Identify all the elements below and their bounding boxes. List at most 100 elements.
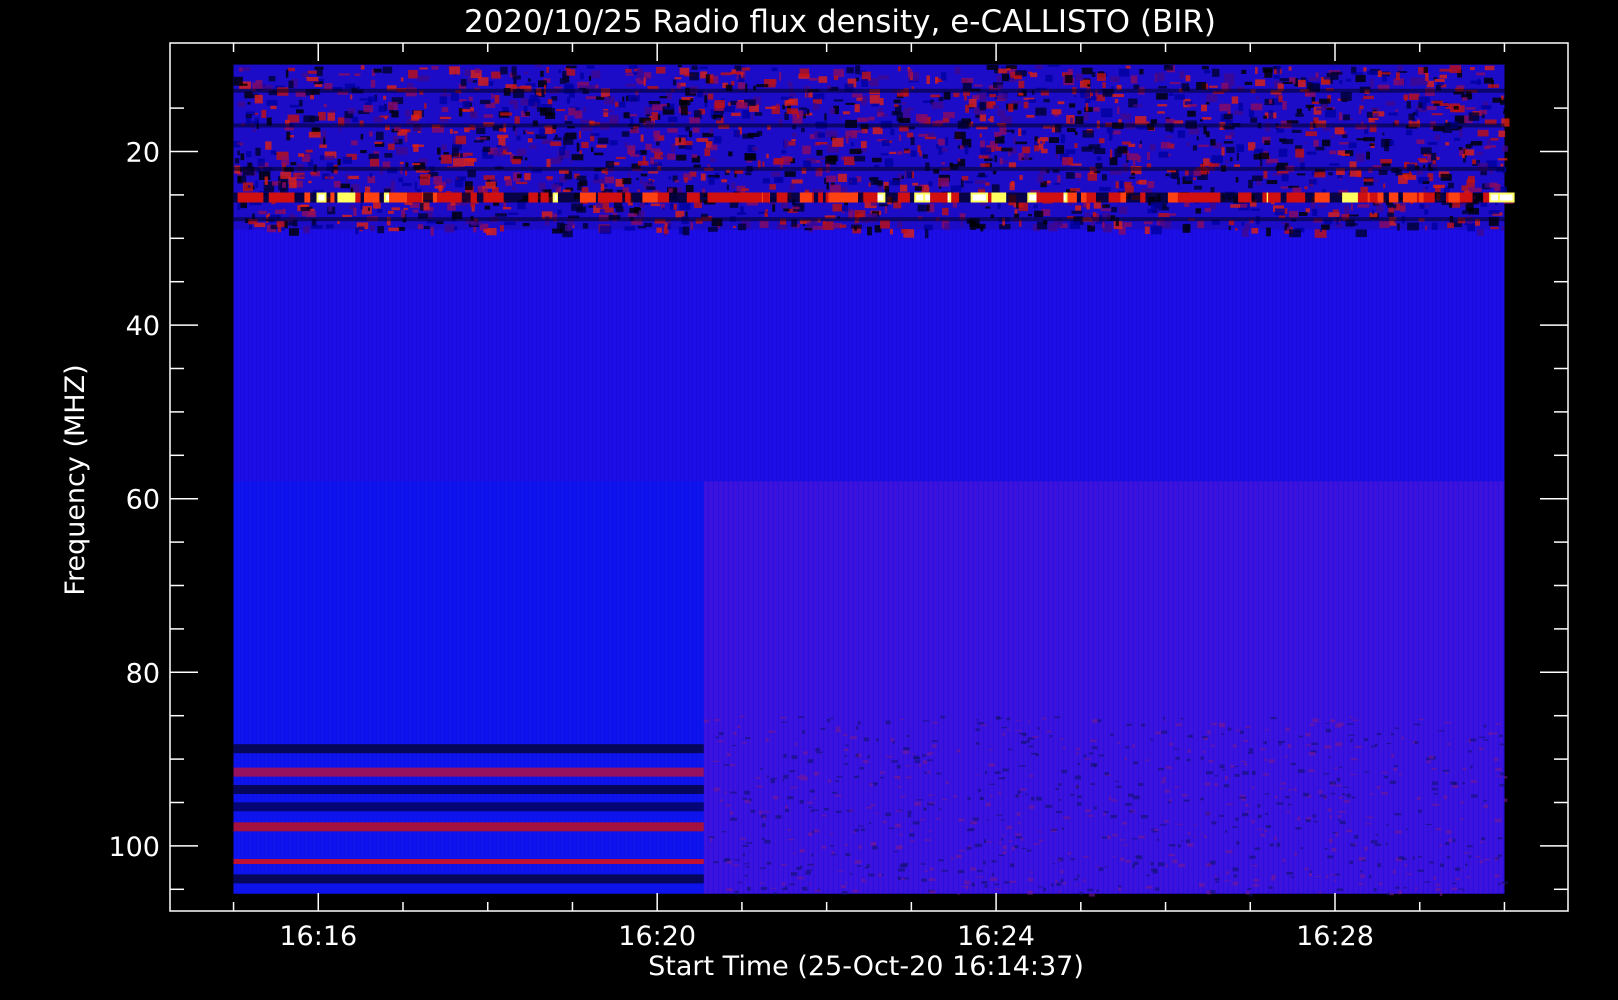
rfi-speckle — [464, 127, 470, 133]
rfi-speckle — [1203, 69, 1211, 74]
noise-speckle — [1394, 727, 1400, 729]
rfi-speckle — [1130, 75, 1138, 84]
rfi-speckle — [444, 224, 455, 233]
rfi-speckle — [1016, 202, 1019, 209]
rfi-speckle — [368, 153, 379, 160]
rfi-speckle — [833, 68, 844, 78]
rfi-speckle — [1308, 77, 1320, 81]
bright-line-spot — [642, 192, 658, 203]
rfi-speckle — [707, 227, 718, 232]
rfi-speckle — [1462, 97, 1468, 101]
heatmap-before-step-texture — [233, 481, 704, 894]
noise-speckle — [790, 872, 798, 876]
noise-speckle — [774, 892, 777, 895]
noise-speckle — [1058, 783, 1062, 786]
noise-speckle — [1161, 781, 1166, 784]
noise-speckle — [922, 720, 930, 722]
noise-speckle — [1223, 784, 1230, 788]
rfi-speckle — [803, 160, 812, 167]
noise-speckle — [857, 865, 862, 867]
rfi-speckle — [985, 182, 990, 186]
rfi-speckle — [558, 69, 561, 74]
noise-speckle — [1336, 777, 1341, 782]
rfi-speckle — [1342, 134, 1348, 138]
rfi-speckle — [280, 171, 292, 179]
bright-line-spot — [1140, 192, 1146, 203]
rfi-speckle — [784, 139, 789, 148]
rfi-speckle — [237, 101, 246, 108]
noise-speckle — [866, 806, 872, 809]
noise-speckle — [897, 786, 901, 788]
noise-speckle — [703, 719, 709, 723]
rfi-speckle — [551, 183, 559, 190]
noise-speckle — [1348, 734, 1356, 736]
rfi-speckle — [1112, 93, 1124, 98]
rfi-speckle — [1224, 73, 1235, 83]
noise-speckle — [1136, 855, 1143, 860]
rfi-speckle — [1084, 107, 1093, 112]
noise-speckle — [1254, 847, 1261, 850]
noise-speckle — [896, 764, 901, 769]
noise-speckle — [1381, 792, 1389, 795]
noise-speckle — [787, 796, 794, 800]
rfi-speckle — [438, 157, 442, 161]
bright-line-spot — [1286, 192, 1300, 203]
noise-speckle — [1305, 732, 1311, 737]
rfi-speckle — [636, 68, 644, 78]
rfi-speckle — [388, 227, 400, 232]
rfi-speckle — [1366, 151, 1370, 160]
noise-speckle — [815, 747, 820, 752]
rfi-speckle — [1174, 94, 1185, 100]
noise-speckle — [1006, 729, 1010, 732]
rfi-speckle — [417, 224, 424, 230]
noise-speckle — [1452, 838, 1456, 843]
rfi-speckle — [1083, 112, 1089, 121]
rfi-speckle — [710, 158, 716, 162]
noise-speckle — [1479, 860, 1484, 864]
rfi-speckle — [529, 94, 539, 103]
rfi-speckle — [374, 141, 383, 144]
rfi-speckle — [628, 65, 638, 69]
noise-speckle — [1257, 814, 1262, 819]
rfi-speckle — [1001, 73, 1009, 82]
noise-speckle — [1151, 830, 1158, 833]
noise-speckle — [990, 795, 993, 798]
rfi-speckle — [360, 65, 365, 70]
noise-speckle — [1000, 819, 1005, 821]
noise-speckle — [1159, 824, 1167, 826]
rfi-speckle — [809, 134, 815, 139]
noise-speckle — [936, 817, 941, 820]
lower-band — [233, 822, 704, 832]
rfi-speckle — [539, 128, 546, 137]
noise-speckle — [814, 889, 821, 892]
rfi-speckle — [555, 134, 558, 138]
rfi-speckle — [917, 204, 926, 212]
rfi-speckle — [567, 97, 570, 104]
rfi-speckle — [683, 140, 693, 146]
rfi-speckle — [924, 136, 937, 140]
noise-speckle — [921, 878, 928, 882]
rfi-speckle — [781, 149, 787, 154]
rfi-speckle — [1313, 139, 1319, 147]
noise-speckle — [772, 795, 779, 800]
rfi-speckle — [319, 144, 327, 148]
spectrogram-heatmap — [233, 64, 1515, 897]
rfi-speckle — [450, 92, 459, 101]
rfi-speckle — [1236, 152, 1239, 161]
noise-speckle — [895, 810, 902, 812]
rfi-speckle — [1389, 140, 1395, 146]
rfi-speckle — [667, 222, 671, 230]
rfi-speckle — [387, 143, 395, 150]
noise-speckle — [1346, 829, 1353, 833]
rfi-speckle — [931, 101, 944, 109]
rfi-speckle — [1468, 207, 1479, 215]
rfi-speckle — [360, 133, 364, 140]
rfi-speckle — [1149, 144, 1156, 151]
noise-speckle — [760, 768, 764, 770]
noise-speckle — [1126, 723, 1133, 726]
noise-speckle — [1186, 758, 1191, 762]
rfi-speckle — [680, 100, 688, 109]
rfi-speckle — [882, 140, 890, 147]
rfi-speckle — [248, 185, 251, 188]
rfi-speckle — [640, 134, 644, 142]
